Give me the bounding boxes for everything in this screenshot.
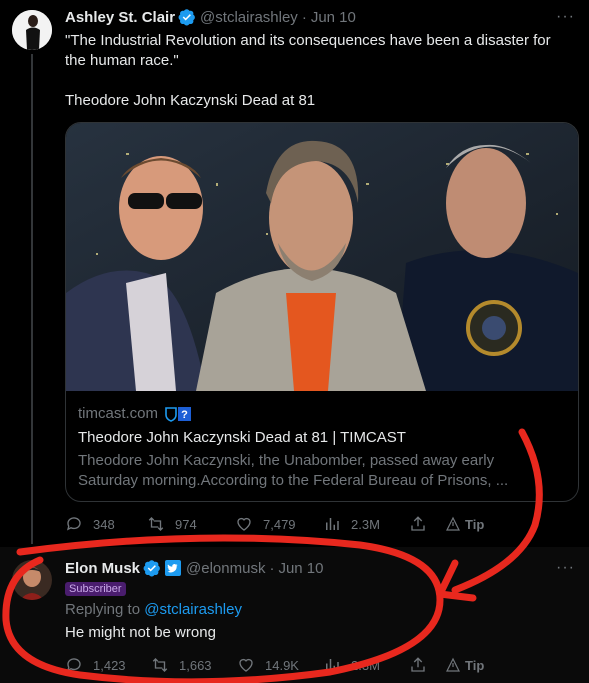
retweet-count: 1,663 xyxy=(179,657,212,673)
tweet-date[interactable]: Jun 10 xyxy=(278,560,323,577)
tweet-ashley[interactable]: Ashley St. Clair @stclairashley · Jun 10… xyxy=(0,0,589,547)
heart-icon xyxy=(237,517,251,531)
tip-button[interactable]: Tip xyxy=(445,657,484,673)
tweet-actions: 348 974 7,479 2.3M Tip xyxy=(65,515,485,533)
reply-icon xyxy=(66,517,81,531)
tweet-text-line3: Theodore John Kaczynski Dead at 81 xyxy=(65,92,316,109)
avatar[interactable] xyxy=(12,10,52,50)
thread-line xyxy=(31,54,33,544)
card-domain[interactable]: timcast.com xyxy=(78,405,158,422)
separator: · xyxy=(301,8,307,26)
views-icon xyxy=(326,659,339,671)
views-icon xyxy=(326,518,339,530)
share-icon xyxy=(411,516,425,531)
author-handle[interactable]: @elonmusk xyxy=(186,560,265,577)
separator: · xyxy=(269,559,275,577)
tweet-text-line2: the human race." xyxy=(65,52,179,69)
author-name[interactable]: Elon Musk xyxy=(65,560,140,577)
view-count: 2.3M xyxy=(351,516,380,532)
author-name[interactable]: Ashley St. Clair xyxy=(65,9,175,26)
like-button[interactable]: 14.9K xyxy=(237,656,323,674)
reply-button[interactable]: 348 xyxy=(65,515,147,533)
tweet-text: He might not be wrong xyxy=(65,624,216,641)
verified-icon xyxy=(143,559,161,577)
replying-to: Replying to @stclairashley xyxy=(65,600,242,620)
tweet-text-line1: "The Industrial Revolution and its conse… xyxy=(65,32,551,49)
retweet-icon xyxy=(148,517,164,531)
heart-icon xyxy=(239,658,253,672)
tweet-header: Ashley St. Clair @stclairashley · Jun 10 xyxy=(65,8,356,26)
retweet-button[interactable]: 1,663 xyxy=(151,656,237,674)
card-desc-line2: Saturday morning.According to the Federa… xyxy=(78,472,509,489)
reply-count: 1,423 xyxy=(93,657,126,673)
share-button[interactable] xyxy=(409,656,445,674)
views-button[interactable]: 2.3M xyxy=(323,656,409,674)
tip-icon xyxy=(446,657,460,672)
avatar[interactable] xyxy=(12,560,52,600)
retweet-button[interactable]: 974 xyxy=(147,515,235,533)
tip-icon xyxy=(446,516,460,531)
tweet-actions: 1,423 1,663 14.9K 2.3M Tip xyxy=(65,656,485,674)
subscriber-badge: Subscriber xyxy=(65,582,126,596)
card-description: Theodore John Kaczynski, the Unabomber, … xyxy=(78,451,566,491)
tweet-date[interactable]: Jun 10 xyxy=(311,9,356,26)
reply-icon xyxy=(66,658,81,672)
view-count: 2.3M xyxy=(351,657,380,673)
card-desc-line1: Theodore John Kaczynski, the Unabomber, … xyxy=(78,452,495,469)
share-button[interactable] xyxy=(409,515,445,533)
twitter-bird-icon xyxy=(165,560,182,576)
verified-icon xyxy=(178,8,196,26)
tip-button[interactable]: Tip xyxy=(445,516,484,532)
like-count: 7,479 xyxy=(263,516,296,532)
card-domain-row: timcast.com ? xyxy=(78,405,192,422)
more-icon[interactable]: ··· xyxy=(556,8,575,26)
tip-label: Tip xyxy=(465,657,485,673)
replying-prefix: Replying to xyxy=(65,601,141,618)
views-button[interactable]: 2.3M xyxy=(323,515,409,533)
author-handle[interactable]: @stclairashley xyxy=(200,9,298,26)
like-count: 14.9K xyxy=(265,657,299,673)
tip-label: Tip xyxy=(465,516,485,532)
card-image[interactable] xyxy=(66,123,578,391)
retweet-count: 974 xyxy=(175,516,197,532)
like-button[interactable]: 7,479 xyxy=(235,515,323,533)
retweet-icon xyxy=(152,658,168,672)
reply-button[interactable]: 1,423 xyxy=(65,656,151,674)
shield-icon: ? xyxy=(164,406,192,422)
reply-count: 348 xyxy=(93,516,115,532)
more-icon[interactable]: ··· xyxy=(556,559,575,577)
tweet-header: Elon Musk @elonmusk · Jun 10 xyxy=(65,559,324,577)
link-card[interactable]: timcast.com ? Theodore John Kaczynski De… xyxy=(65,122,579,502)
share-icon xyxy=(411,657,425,672)
svg-text:?: ? xyxy=(181,409,188,421)
card-title[interactable]: Theodore John Kaczynski Dead at 81 | TIM… xyxy=(78,429,406,446)
replying-handle[interactable]: @stclairashley xyxy=(144,601,242,618)
